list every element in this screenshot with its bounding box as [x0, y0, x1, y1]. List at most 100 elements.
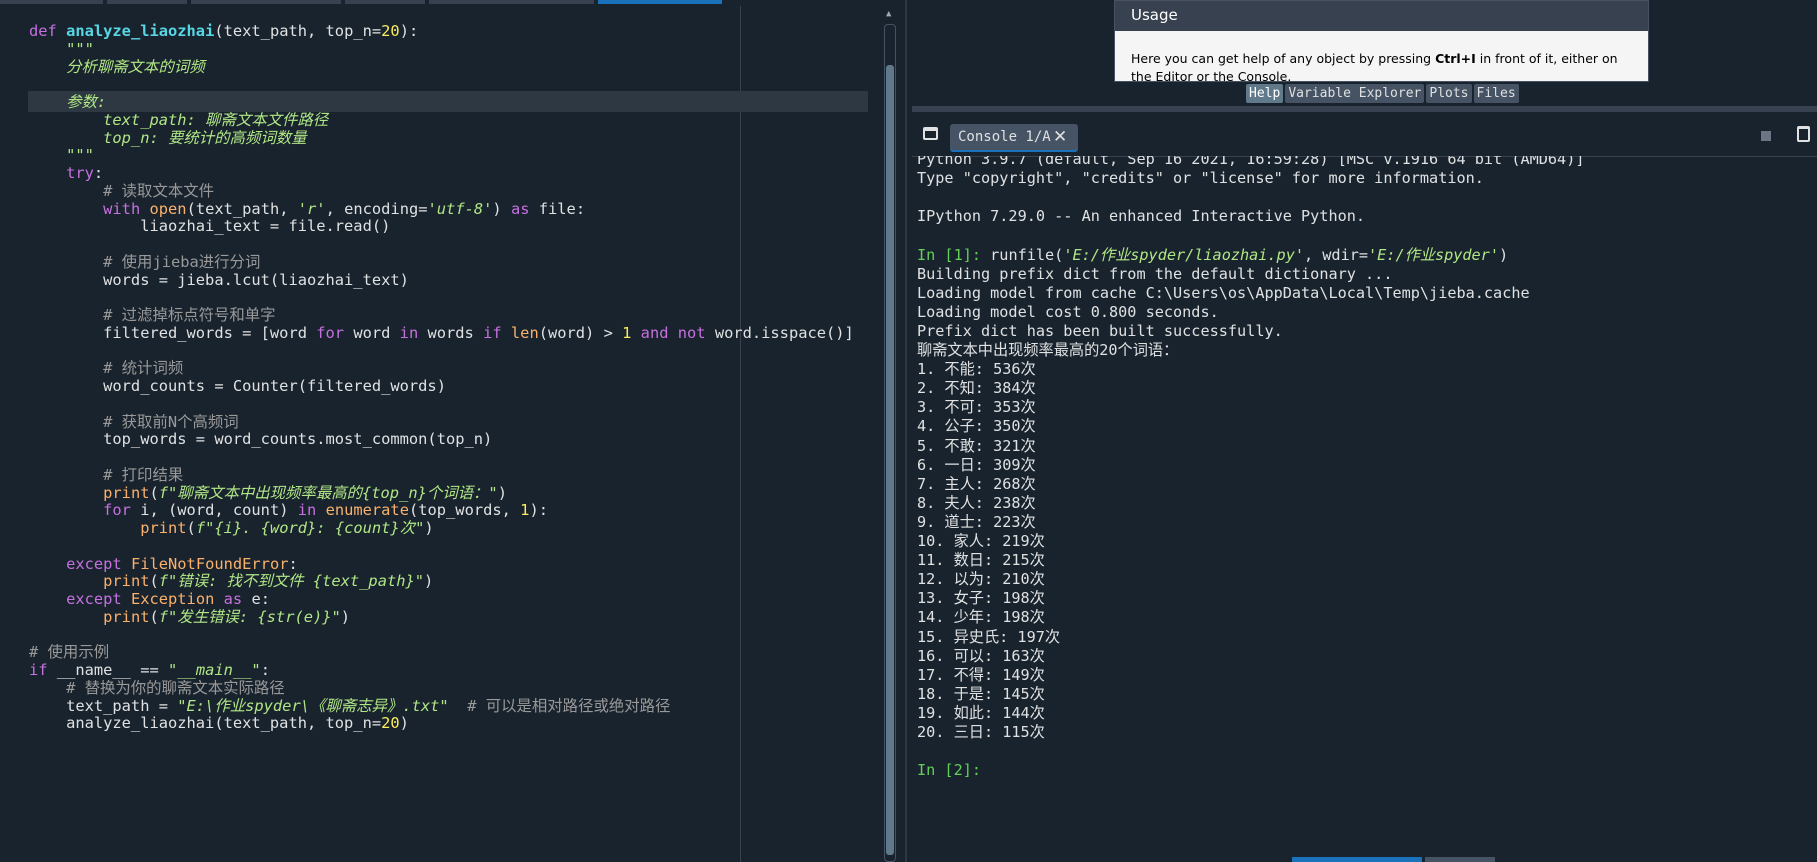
code-token: text_path: 聊斋文本文件路径 — [29, 110, 329, 129]
code-line[interactable]: analyze_liaozhai(text_path, top_n=20) — [29, 713, 409, 734]
help-tab-bar[interactable]: Help Variable Explorer Plots Files — [1246, 84, 1519, 103]
code-token: file: — [529, 199, 586, 218]
code-token: 'utf-8' — [427, 199, 493, 218]
code-token: "__main__" — [168, 661, 261, 679]
tab-plots[interactable]: Plots — [1426, 84, 1472, 103]
code-token: # 过滤掉标点符号和单字 — [29, 306, 276, 324]
console-prompt: In [2]: — [917, 761, 991, 780]
code-token: 参数: — [29, 93, 107, 111]
code-token: analyze_liaozhai(text_path, top_n= — [29, 714, 382, 733]
editor-pane[interactable]: def analyze_liaozhai(text_path, top_n=20… — [0, 0, 900, 862]
code-token: e: — [242, 590, 270, 608]
editor-vertical-scrollbar[interactable] — [884, 24, 896, 862]
code-line[interactable]: word_counts = Counter(filtered_words) — [29, 376, 446, 397]
code-token: top_n: 要统计的高频词数量 — [29, 128, 307, 147]
editor-tab[interactable] — [429, 0, 594, 4]
code-token: __name__ == — [47, 661, 169, 679]
console-text: 19. 如此: 144次 — [917, 703, 1045, 722]
code-line[interactable]: print(f"{i}. {word}: {count}次") — [29, 518, 433, 539]
editor-tab[interactable] — [191, 0, 341, 4]
scrollbar-thumb[interactable] — [886, 65, 894, 855]
console-text: 13. 女子: 198次 — [917, 589, 1045, 608]
code-token: print — [103, 483, 150, 502]
console-text: runfile( — [990, 245, 1064, 264]
code-token: as — [510, 199, 530, 218]
console-text: ) — [1498, 245, 1509, 264]
code-token: # 使用jieba进行分词 — [29, 252, 261, 271]
editor-tab[interactable] — [0, 0, 103, 4]
console-scroll-indicator — [1292, 857, 1422, 862]
code-line[interactable]: filtered_words = [word for word in words… — [29, 323, 854, 344]
usage-text-part: Here you can get help of any object by p… — [1131, 51, 1436, 66]
code-token: # 打印结果 — [29, 465, 184, 484]
console-text: 11. 数日: 215次 — [917, 551, 1045, 570]
usage-text: Here you can get help of any object by p… — [1131, 50, 1636, 81]
editor-tab[interactable] — [345, 0, 425, 4]
code-line[interactable]: top_words = word_counts.most_common(top_… — [29, 429, 492, 450]
console-text: 聊斋文本中出现频率最高的20个词语： — [917, 341, 1179, 359]
console-text: Prefix dict has been built successfully. — [917, 321, 1283, 340]
code-token: def — [29, 22, 67, 40]
console-text: 9. 道士: 223次 — [917, 512, 1036, 531]
code-token: try — [66, 164, 94, 182]
console-text: 16. 可以: 163次 — [917, 646, 1045, 665]
console-text: Loading model from cache C:\Users\os\App… — [917, 283, 1530, 302]
pane-splitter[interactable] — [900, 0, 912, 862]
tab-variable-explorer[interactable]: Variable Explorer — [1285, 84, 1425, 103]
code-line[interactable]: liaozhai_text = file.read() — [29, 216, 390, 237]
ipython-console-pane[interactable]: Console 1/A ✕ Python 3.9.7 (default, Sep… — [912, 112, 1817, 862]
tab-files[interactable]: Files — [1473, 84, 1519, 103]
code-token: : — [288, 554, 298, 573]
console-text: Type "copyright", "credits" or "license"… — [917, 169, 1484, 188]
code-token: f"错误: 找不到文件 {text_path}" — [158, 572, 425, 591]
console-text: Building prefix dict from the default di… — [917, 264, 1393, 283]
console-text: IPython 7.29.0 -- An enhanced Interactiv… — [917, 207, 1366, 226]
editor-tab-active[interactable] — [598, 0, 722, 4]
code-token: "E:\作业spyder\《聊斋志异》.txt" — [177, 696, 449, 715]
code-token: FileNotFoundError — [130, 554, 289, 573]
code-line[interactable]: 分析聊斋文本的词频 — [29, 57, 205, 78]
code-token: for — [316, 323, 345, 342]
code-token: print — [103, 607, 150, 626]
code-line[interactable]: print(f"发生错误: {str(e)}") — [29, 607, 350, 628]
usage-title: Usage — [1115, 1, 1648, 31]
console-line: 20. 三日: 115次 — [917, 721, 1045, 743]
console-text: 20. 三日: 115次 — [917, 723, 1045, 741]
code-token: : — [93, 164, 104, 182]
scroll-up-arrow-icon[interactable]: ▲ — [886, 10, 894, 19]
browse-tabs-icon[interactable] — [923, 127, 938, 140]
console-scroll-indicator — [1425, 857, 1495, 862]
code-token: word — [344, 323, 400, 342]
tab-console-1a[interactable]: Console 1/A ✕ — [950, 124, 1078, 152]
trash-icon[interactable] — [1797, 126, 1810, 142]
code-token: f"{i}. {word}: {count}次" — [195, 519, 425, 537]
code-token: # 读取文本文件 — [29, 181, 215, 200]
code-token: print — [103, 572, 150, 591]
console-text: 15. 异史氏: 197次 — [917, 627, 1061, 646]
editor-tab[interactable] — [107, 0, 187, 4]
code-editor[interactable]: def analyze_liaozhai(text_path, top_n=20… — [0, 6, 880, 862]
code-token: word_counts = Counter(filtered_words) — [29, 377, 446, 395]
console-text: 10. 家人: 219次 — [917, 532, 1045, 550]
stop-icon[interactable] — [1761, 131, 1771, 141]
help-pane: Usage Here you can get help of any objec… — [912, 0, 1817, 104]
close-icon[interactable]: ✕ — [1053, 124, 1067, 150]
console-output[interactable]: Python 3.9.7 (default, Sep 16 2021, 16:5… — [917, 156, 1797, 858]
code-token: liaozhai_text = file.read() — [29, 217, 391, 236]
code-token: print — [140, 519, 187, 537]
code-token: (text_path, — [186, 199, 298, 218]
console-tab-label: Console 1/A — [958, 129, 1051, 145]
code-token: # 统计词频 — [29, 359, 184, 378]
code-token: word.isspace()] — [705, 323, 854, 342]
code-token: f"聊斋文本中出现频率最高的{top_n}个词语：" — [158, 483, 498, 502]
code-token: (text_path, top_n= — [214, 22, 382, 40]
console-text: 17. 不得: 149次 — [917, 665, 1045, 684]
tab-help[interactable]: Help — [1246, 84, 1284, 103]
code-line[interactable]: words = jieba.lcut(liaozhai_text) — [29, 270, 409, 291]
code-token: words — [418, 323, 484, 342]
code-token: ) — [497, 483, 507, 502]
